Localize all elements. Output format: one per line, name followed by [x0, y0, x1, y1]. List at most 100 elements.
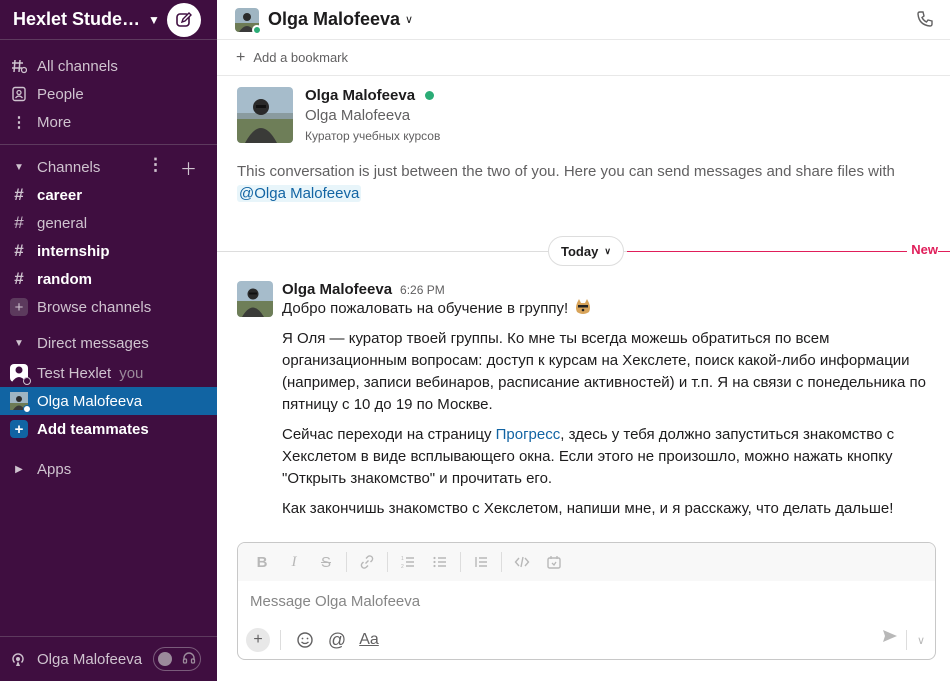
- doge-emoji-icon: [574, 298, 592, 316]
- send-icon[interactable]: [881, 627, 899, 649]
- huddle-toggle[interactable]: [153, 647, 201, 671]
- huddle-icon: [10, 651, 28, 667]
- caret-right-icon: ▶: [15, 463, 23, 475]
- avatar: [235, 7, 262, 35]
- italic-icon[interactable]: I: [280, 548, 308, 576]
- dm-item-olga-malofeeva[interactable]: Olga Malofeeva: [0, 387, 217, 415]
- dm-name: Olga Malofeeva: [37, 392, 143, 410]
- headphones-icon: [182, 651, 196, 668]
- svg-text:1: 1: [401, 556, 404, 562]
- dm-section-label: Direct messages: [37, 334, 149, 352]
- plus-icon: +: [10, 298, 28, 316]
- message-author[interactable]: Olga Malofeeva: [282, 281, 392, 298]
- chevron-down-icon[interactable]: ∨: [917, 634, 925, 647]
- channels-section-header[interactable]: ▼ Channels ⋮ ＋: [0, 153, 217, 181]
- browse-channels[interactable]: + Browse channels: [0, 293, 217, 321]
- chevron-down-icon: ▼: [148, 12, 160, 27]
- code-icon[interactable]: [508, 548, 536, 576]
- phone-icon[interactable]: [916, 10, 934, 32]
- more-vertical-icon[interactable]: ⋮: [147, 155, 164, 180]
- hash-icon: #: [14, 269, 24, 288]
- online-status-icon: [23, 405, 31, 413]
- intro-name[interactable]: Olga Malofeeva: [305, 87, 415, 104]
- message-text: Я Оля — куратор твоей группы. Ко мне ты …: [282, 330, 926, 413]
- channels-section-label: Channels: [37, 158, 101, 176]
- svg-text:2: 2: [401, 564, 404, 570]
- more-vertical-icon: ⋮: [11, 114, 27, 131]
- bold-icon[interactable]: B: [248, 548, 276, 576]
- avatar: [10, 364, 31, 385]
- add-bookmark-button[interactable]: + Add a bookmark: [217, 40, 950, 76]
- caret-down-icon: ▼: [14, 161, 24, 173]
- channel-item-general[interactable]: # general: [0, 209, 217, 237]
- online-status-icon: [252, 24, 262, 35]
- toggle-knob: [158, 652, 172, 666]
- avatar: [10, 392, 31, 413]
- add-icon[interactable]: ＋: [180, 155, 197, 180]
- date-jump-button[interactable]: Today ∨: [548, 236, 624, 266]
- message[interactable]: Olga Malofeeva 6:26 PM Добро пожаловать …: [237, 281, 937, 520]
- footer-user-name[interactable]: Olga Malofeeva: [37, 651, 142, 668]
- workspace-header[interactable]: Hexlet Stude… ▼: [0, 0, 217, 40]
- emoji-icon[interactable]: [291, 626, 319, 654]
- ordered-list-icon[interactable]: 12: [394, 548, 422, 576]
- compose-button[interactable]: [167, 3, 201, 37]
- main-pane: Olga Malofeeva ∨ + Add a bookmark Olga M…: [217, 0, 950, 681]
- message-timestamp[interactable]: 6:26 PM: [400, 283, 445, 297]
- date-label: Today: [561, 243, 599, 259]
- dm-section-header[interactable]: ▼ Direct messages: [0, 329, 217, 357]
- bulleted-list-icon[interactable]: [426, 548, 454, 576]
- apps-section-header[interactable]: ▶ Apps: [0, 455, 217, 483]
- user-mention[interactable]: @Olga Malofeeva: [237, 185, 362, 202]
- message-input[interactable]: Message Olga Malofeeva: [238, 581, 935, 621]
- workspace-name[interactable]: Hexlet Stude…: [13, 9, 140, 30]
- formatting-toggle[interactable]: Aa: [355, 626, 383, 654]
- add-teammates[interactable]: + Add teammates: [0, 415, 217, 443]
- caret-down-icon: ▼: [14, 337, 24, 349]
- hash-icon: #: [14, 185, 24, 204]
- conversation-intro: Olga Malofeeva Olga Malofeeva Куратор уч…: [217, 76, 950, 143]
- mention-icon[interactable]: @: [323, 626, 351, 654]
- new-messages-label: New: [907, 242, 938, 257]
- nav-all-channels[interactable]: All channels: [0, 52, 217, 80]
- hash-icon: #: [14, 241, 24, 260]
- message-text: Сейчас переходи на страницу: [282, 426, 496, 443]
- channel-name: career: [37, 186, 83, 204]
- dm-name: Test Hexlet: [37, 364, 112, 382]
- hash-icon: #: [14, 213, 24, 232]
- dm-item-test-hexlet[interactable]: Test Hexlet you: [0, 359, 217, 387]
- avatar[interactable]: [237, 281, 273, 317]
- away-status-icon: [23, 377, 31, 385]
- intro-description: This conversation is just between the tw…: [237, 163, 895, 180]
- nav-more-label: More: [37, 113, 72, 131]
- channel-item-career[interactable]: # career: [0, 181, 217, 209]
- channel-item-internship[interactable]: # internship: [0, 237, 217, 265]
- people-icon: [10, 86, 28, 102]
- link-icon[interactable]: [353, 548, 381, 576]
- message-composer: B I S 12 Message Olga Malofeeva + @ Aa ∨: [237, 542, 936, 660]
- bookmark-label: Add a bookmark: [253, 50, 349, 65]
- avatar[interactable]: [237, 87, 293, 143]
- formatting-toolbar: B I S 12: [238, 543, 935, 581]
- plus-icon: +: [10, 420, 28, 438]
- message-text: Добро пожаловать на обучение в группу!: [282, 300, 569, 317]
- strikethrough-icon[interactable]: S: [312, 548, 340, 576]
- chevron-down-icon[interactable]: ∨: [405, 13, 413, 26]
- sidebar-footer: Olga Malofeeva: [0, 636, 217, 681]
- date-divider: Today ∨ New: [217, 236, 950, 266]
- code-block-icon[interactable]: [540, 548, 568, 576]
- conversation-title[interactable]: Olga Malofeeva: [268, 9, 400, 30]
- nav-more[interactable]: ⋮ More: [0, 108, 217, 136]
- add-teammates-label: Add teammates: [37, 420, 149, 438]
- nav-people[interactable]: People: [0, 80, 217, 108]
- channel-item-random[interactable]: # random: [0, 265, 217, 293]
- intro-display-name: Olga Malofeeva: [305, 107, 411, 124]
- blockquote-icon[interactable]: [467, 548, 495, 576]
- attach-plus-icon[interactable]: +: [246, 628, 270, 652]
- plus-icon: +: [236, 48, 246, 66]
- channel-name: general: [37, 214, 88, 232]
- progress-link[interactable]: Прогресс: [496, 426, 561, 443]
- message-text: Как закончишь знакомство с Хекслетом, на…: [282, 500, 894, 517]
- online-status-icon: [425, 91, 435, 100]
- composer-actions: + @ Aa ∨: [238, 621, 935, 659]
